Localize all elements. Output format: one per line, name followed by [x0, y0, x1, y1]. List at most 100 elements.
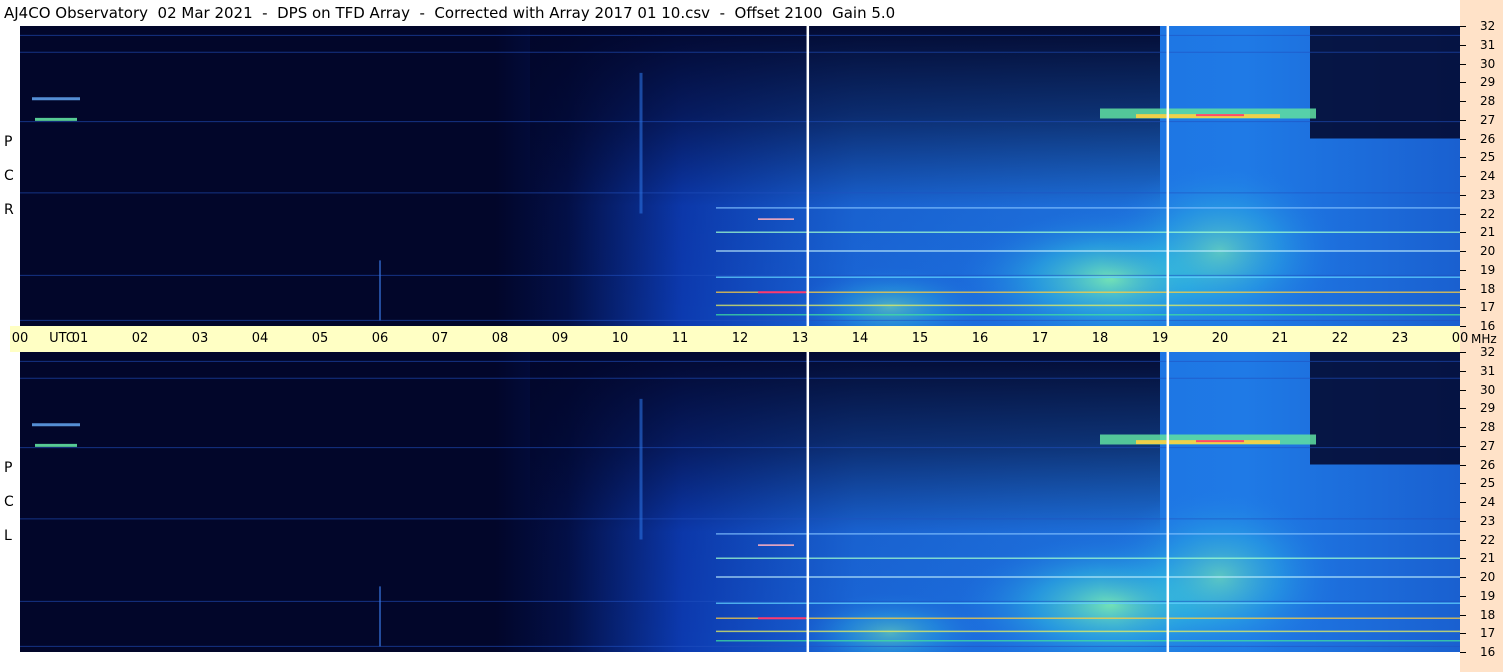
- mhz-tick: [1460, 502, 1466, 503]
- mhz-unit-label: MHz: [1471, 332, 1497, 346]
- mhz-tick-label: 22: [1480, 206, 1496, 221]
- utc-tick-label: 04: [251, 331, 269, 346]
- utc-tick-label: 23: [1391, 331, 1409, 346]
- early-burst-2: [35, 117, 77, 121]
- mhz-tick: [1460, 370, 1466, 372]
- mhz-tick-label: 32: [1480, 345, 1496, 359]
- mhz-tick-label: 31: [1480, 363, 1496, 378]
- page-title: AJ4CO Observatory 02 Mar 2021 - DPS on T…: [4, 4, 896, 22]
- early-burst-2: [35, 443, 77, 447]
- utc-tick-label: 00: [11, 331, 29, 346]
- mhz-tick: [1460, 44, 1466, 46]
- mhz-tick-label: 16: [1480, 645, 1496, 659]
- mhz-tick-label: 27: [1480, 438, 1496, 453]
- utc-tick-label: 00: [1451, 331, 1469, 346]
- lcp-letter-1: P: [4, 460, 13, 476]
- mhz-tick: [1460, 269, 1466, 271]
- mhz-tick: [1460, 176, 1466, 177]
- mhz-tick: [1460, 652, 1466, 653]
- utc-tick-label: 12: [731, 331, 749, 346]
- lcp-letter-3: L: [4, 528, 12, 544]
- mhz-tick: [1460, 326, 1466, 327]
- mhz-tick-label: 31: [1480, 37, 1496, 52]
- mhz-tick-label: 27: [1480, 112, 1496, 127]
- rcp-spectrogram-plot: [20, 26, 1460, 326]
- lcp-letter-2: C: [4, 494, 14, 510]
- mhz-tick-label: 19: [1480, 262, 1496, 277]
- utc-tick-label: 18: [1091, 331, 1109, 346]
- mhz-tick: [1460, 138, 1466, 140]
- utc-tick-label: 02: [131, 331, 149, 346]
- rcp-letter-3: R: [4, 202, 14, 218]
- mhz-tick: [1460, 101, 1466, 102]
- mhz-tick: [1460, 445, 1466, 447]
- mhz-tick-label: 30: [1480, 56, 1496, 71]
- mhz-tick: [1460, 82, 1466, 84]
- mhz-tick: [1460, 595, 1466, 597]
- mhz-tick-label: 20: [1480, 244, 1496, 258]
- mhz-tick-label: 26: [1480, 131, 1496, 146]
- mhz-tick: [1460, 307, 1466, 309]
- mhz-tick-label: 23: [1480, 187, 1496, 202]
- mhz-tick: [1460, 427, 1466, 428]
- mhz-tick-label: 21: [1480, 551, 1496, 566]
- utc-tick-label: 17: [1031, 331, 1049, 346]
- early-burst-1: [32, 423, 80, 427]
- mhz-tick-label: 18: [1480, 281, 1496, 296]
- mhz-tick: [1460, 63, 1466, 65]
- utc-tick-label: 06: [371, 331, 389, 346]
- io-burst-peak: [1196, 114, 1244, 117]
- lcp-spectrogram-plot: [20, 352, 1460, 652]
- mhz-tick-label: 29: [1480, 75, 1496, 90]
- mhz-tick-label: 24: [1480, 495, 1496, 509]
- lcp-spectrogram: [20, 352, 1460, 652]
- utc-tick-label: 19: [1151, 331, 1169, 346]
- mhz-tick-label: 32: [1480, 19, 1496, 33]
- mhz-tick-label: 18: [1480, 607, 1496, 622]
- mhz-tick: [1460, 633, 1466, 635]
- early-burst-1: [32, 97, 80, 101]
- mhz-tick: [1460, 389, 1466, 391]
- mhz-tick-label: 25: [1480, 150, 1496, 165]
- mhz-tick-label: 21: [1480, 225, 1496, 240]
- mhz-tick: [1460, 213, 1466, 215]
- mhz-tick: [1460, 483, 1466, 485]
- utc-tick-label: 11: [671, 331, 689, 346]
- mhz-tick-label: 23: [1480, 513, 1496, 528]
- mhz-tick: [1460, 288, 1466, 290]
- mhz-tick: [1460, 119, 1466, 121]
- mhz-tick-label: 30: [1480, 382, 1496, 397]
- utc-tick-label: 16: [971, 331, 989, 346]
- utc-tick-label: 22: [1331, 331, 1349, 346]
- utc-tick-label: 10: [611, 331, 629, 346]
- mhz-tick-label: 20: [1480, 570, 1496, 584]
- utc-tick-label: 03: [191, 331, 209, 346]
- rcp-letter-1: P: [4, 134, 13, 150]
- mhz-tick-label: 28: [1480, 420, 1496, 434]
- utc-tick-label: 20: [1211, 331, 1229, 346]
- mhz-tick: [1460, 352, 1466, 353]
- mhz-tick: [1460, 558, 1466, 560]
- mhz-tick: [1460, 539, 1466, 541]
- mhz-tick-label: 24: [1480, 169, 1496, 183]
- mhz-tick: [1460, 251, 1466, 252]
- mhz-tick-label: 29: [1480, 401, 1496, 416]
- rcp-spectrogram: [20, 26, 1460, 326]
- mhz-tick: [1460, 232, 1466, 234]
- mhz-tick: [1460, 614, 1466, 616]
- utc-time-axis: 00 UTC 01 02 03 04 05 06 07 08 09 10 11 12 13 14 15 16 17 1…: [10, 326, 1468, 352]
- mhz-tick-label: 19: [1480, 588, 1496, 603]
- utc-tick-label: 21: [1271, 331, 1289, 346]
- mhz-tick: [1460, 194, 1466, 196]
- mhz-tick: [1460, 520, 1466, 522]
- mhz-tick-label: 17: [1480, 626, 1496, 641]
- mhz-tick-label: 25: [1480, 476, 1496, 491]
- utc-tick-label: 07: [431, 331, 449, 346]
- utc-tick-label: 08: [491, 331, 509, 346]
- mhz-tick: [1460, 577, 1466, 578]
- utc-tick-label: 15: [911, 331, 929, 346]
- mhz-tick: [1460, 157, 1466, 159]
- mhz-tick-label: 17: [1480, 300, 1496, 315]
- mhz-tick: [1460, 26, 1466, 27]
- mhz-tick: [1460, 408, 1466, 410]
